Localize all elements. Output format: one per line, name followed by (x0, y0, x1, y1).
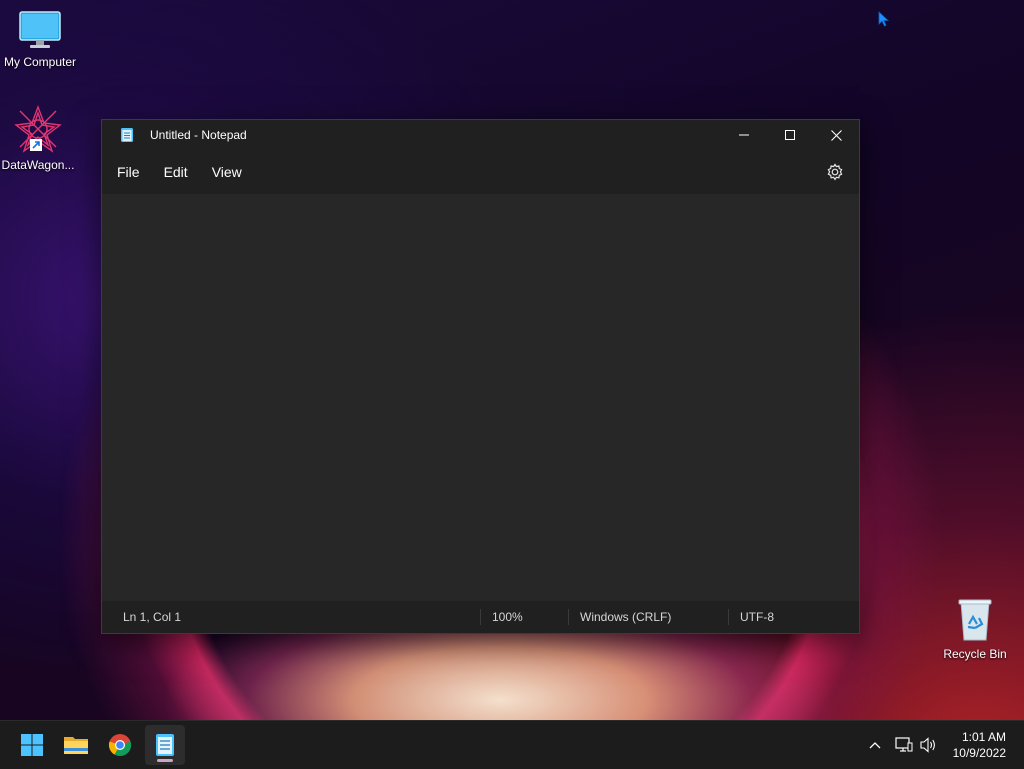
menu-edit[interactable]: Edit (152, 158, 200, 186)
notepad-window: Untitled - Notepad File Edit View Ln 1, … (101, 119, 860, 634)
window-title: Untitled - Notepad (150, 128, 247, 142)
start-button[interactable] (12, 725, 52, 765)
clock-time: 1:01 AM (961, 730, 1006, 744)
maximize-icon (785, 130, 795, 140)
chrome-icon (108, 734, 132, 757)
menu-file[interactable]: File (105, 158, 152, 186)
chevron-up-icon (869, 742, 881, 749)
desktop-icon-my-computer[interactable]: My Computer (0, 10, 80, 69)
monitor-icon (19, 11, 61, 48)
desktop-icon-datawagon[interactable]: DataWagon... (0, 105, 78, 172)
status-divider (728, 609, 729, 625)
text-editor[interactable] (102, 194, 859, 600)
taskbar: 1:01 AM 10/9/2022 (0, 720, 1024, 769)
speaker-icon (920, 737, 935, 753)
network-icon (895, 737, 913, 752)
recycle-bin-icon (958, 599, 992, 641)
status-cursor-position: Ln 1, Col 1 (123, 610, 182, 624)
status-bar: Ln 1, Col 1 100% Windows (CRLF) UTF-8 (102, 601, 859, 633)
desktop-icon-recycle-bin[interactable]: Recycle Bin (935, 598, 1015, 661)
file-explorer-icon (64, 737, 88, 754)
status-line-endings: Windows (CRLF) (580, 610, 672, 624)
close-icon (830, 129, 842, 141)
show-hidden-icons-button[interactable] (864, 721, 886, 769)
network-button[interactable] (892, 721, 916, 769)
start-icon (21, 734, 43, 756)
maximize-button[interactable] (767, 120, 813, 150)
notepad-app-icon (121, 128, 133, 142)
taskbar-chrome[interactable] (100, 725, 140, 765)
desktop-icon-label: DataWagon... (1, 158, 75, 172)
close-button[interactable] (813, 120, 859, 150)
menu-bar: File Edit View (102, 150, 859, 194)
running-indicator (157, 759, 173, 762)
desktop-icon-label: My Computer (3, 55, 77, 69)
clock-date: 10/9/2022 (952, 746, 1006, 760)
status-divider (480, 609, 481, 625)
datawagon-icon (14, 105, 62, 153)
caption-buttons (721, 120, 859, 150)
taskbar-clock[interactable]: 1:01 AM 10/9/2022 (953, 729, 1006, 761)
menu-view[interactable]: View (200, 158, 254, 186)
status-divider (568, 609, 569, 625)
status-zoom: 100% (492, 610, 523, 624)
settings-gear-icon[interactable] (825, 162, 845, 182)
taskbar-file-explorer[interactable] (56, 725, 96, 765)
title-bar[interactable]: Untitled - Notepad (102, 120, 859, 150)
mouse-cursor-icon (878, 11, 890, 27)
volume-button[interactable] (918, 721, 940, 769)
desktop-icon-label: Recycle Bin (943, 647, 1007, 661)
notepad-icon (156, 734, 174, 756)
minimize-button[interactable] (721, 120, 767, 150)
minimize-icon (739, 134, 749, 136)
status-encoding: UTF-8 (740, 610, 774, 624)
taskbar-notepad[interactable] (145, 725, 185, 765)
